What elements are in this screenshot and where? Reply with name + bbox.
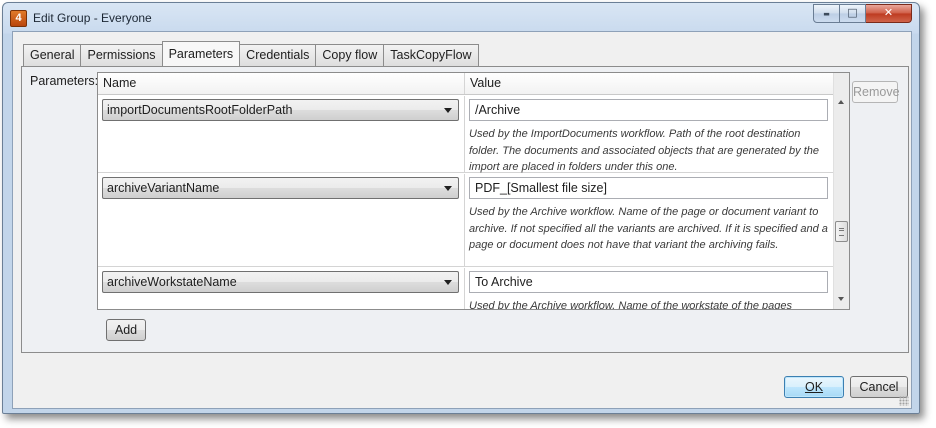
- parameter-value-input[interactable]: PDF_[Smallest file size]: [469, 177, 828, 199]
- parameter-name-text: archiveWorkstateName: [107, 275, 237, 289]
- window-title: Edit Group - Everyone: [33, 11, 152, 25]
- parameter-name-dropdown[interactable]: importDocumentsRootFolderPath: [102, 99, 459, 121]
- name-cell: importDocumentsRootFolderPath: [98, 96, 465, 172]
- resize-grip-icon[interactable]: [899, 396, 909, 406]
- parameter-name-text: archiveVariantName: [107, 181, 220, 195]
- column-header-value[interactable]: Value: [465, 73, 833, 94]
- dropdown-arrow-icon: [444, 108, 452, 113]
- grid-vertical-scrollbar[interactable]: [833, 73, 849, 309]
- tab-taskcopyflow[interactable]: TaskCopyFlow: [383, 44, 479, 66]
- name-cell: archiveWorkstateName: [98, 268, 465, 309]
- parameter-name-dropdown[interactable]: archiveWorkstateName: [102, 271, 459, 293]
- scroll-up-icon[interactable]: [838, 100, 844, 104]
- ok-label: OK: [804, 380, 824, 394]
- parameter-description: Used by the Archive workflow. Name of th…: [469, 300, 793, 310]
- parameter-description: Used by the Archive workflow. Name of th…: [469, 206, 828, 251]
- tab-permissions[interactable]: Permissions: [80, 44, 163, 66]
- scrollbar-thumb[interactable]: [835, 221, 848, 242]
- parameter-name-text: importDocumentsRootFolderPath: [107, 103, 293, 117]
- tab-credentials[interactable]: Credentials: [239, 44, 317, 66]
- column-header-name[interactable]: Name: [98, 73, 465, 94]
- remove-button[interactable]: Remove: [852, 81, 900, 103]
- tab-copy-flow[interactable]: Copy flow: [315, 44, 385, 66]
- tab-parameters[interactable]: Parameters: [161, 41, 241, 66]
- maximize-button[interactable]: □: [840, 4, 866, 23]
- parameters-grid: Name Value importDocumentsRootFolderPath…: [97, 72, 850, 310]
- parameter-value-input[interactable]: To Archive: [469, 271, 828, 293]
- ok-button[interactable]: OK: [784, 376, 844, 398]
- grid-header: Name Value: [98, 73, 833, 95]
- title-bar[interactable]: 4 Edit Group - Everyone ▬ □ ✕: [3, 3, 919, 31]
- maximize-icon: □: [847, 6, 858, 19]
- dialog-client-area: General Permissions Parameters Credentia…: [12, 31, 912, 409]
- name-cell: archiveVariantName: [98, 174, 465, 266]
- cancel-button[interactable]: Cancel: [850, 376, 908, 398]
- parameter-row: archiveWorkstateName To Archive Used by …: [98, 268, 833, 310]
- parameters-label: Parameters:: [30, 74, 99, 88]
- minimize-icon: ▬: [823, 10, 830, 18]
- parameters-tab-panel: Parameters: Name Value importDocumentsRo…: [21, 66, 909, 353]
- tab-general[interactable]: General: [23, 44, 82, 66]
- parameter-value-input[interactable]: /Archive: [469, 99, 828, 121]
- dropdown-arrow-icon: [444, 186, 452, 191]
- add-button[interactable]: Add: [106, 319, 146, 341]
- edit-group-window: 4 Edit Group - Everyone ▬ □ ✕ General Pe…: [2, 2, 920, 414]
- parameter-description: Used by the ImportDocuments workflow. Pa…: [469, 128, 819, 173]
- minimize-button[interactable]: ▬: [813, 4, 840, 23]
- app-icon: 4: [10, 10, 27, 27]
- close-icon: ✕: [883, 6, 894, 19]
- close-button[interactable]: ✕: [866, 4, 912, 23]
- parameter-row: archiveVariantName PDF_[Smallest file si…: [98, 174, 833, 267]
- scroll-down-icon[interactable]: [838, 297, 844, 301]
- tab-strip: General Permissions Parameters Credentia…: [23, 41, 479, 66]
- dropdown-arrow-icon: [444, 280, 452, 285]
- parameter-name-dropdown[interactable]: archiveVariantName: [102, 177, 459, 199]
- parameter-row: importDocumentsRootFolderPath /Archive U…: [98, 96, 833, 173]
